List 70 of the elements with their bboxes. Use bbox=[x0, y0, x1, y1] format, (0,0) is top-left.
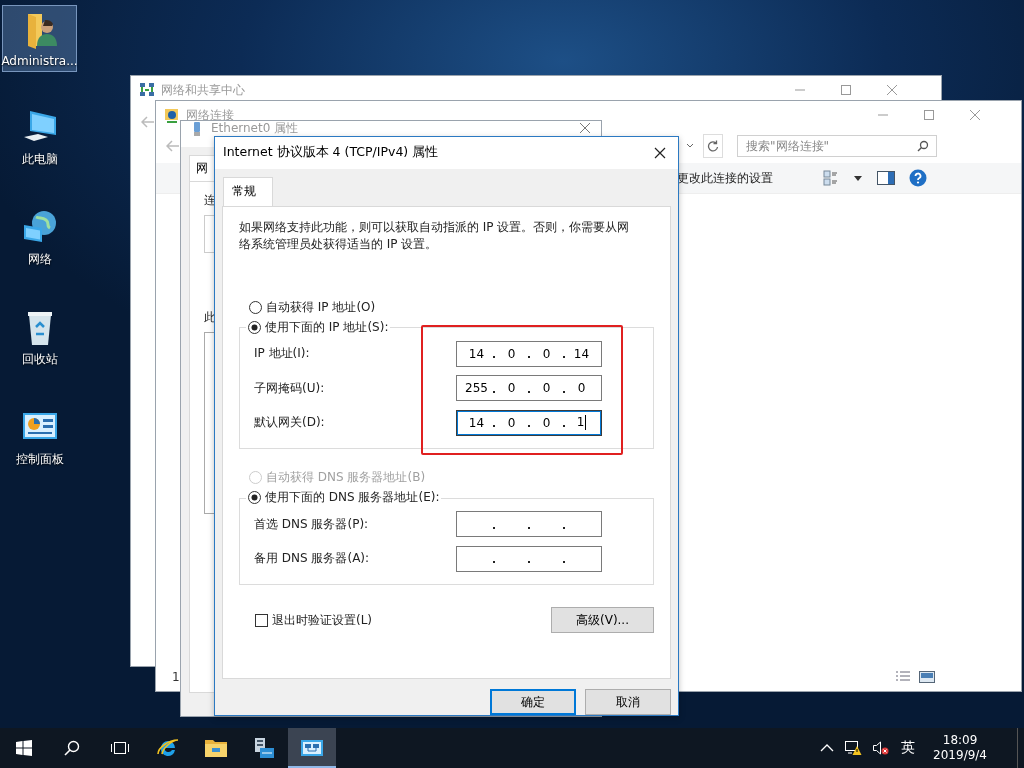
network-panel-icon bbox=[300, 738, 324, 758]
ip-octet[interactable]: 1 bbox=[576, 415, 585, 430]
window-title: 网络和共享中心 bbox=[161, 81, 245, 99]
task-view-icon bbox=[110, 740, 130, 756]
checkbox-option[interactable]: 退出时验证设置(L) bbox=[255, 611, 373, 629]
search-field[interactable]: 搜索"网络连接" bbox=[737, 135, 937, 157]
dialog-button[interactable]: 取消 bbox=[585, 689, 671, 715]
preview-pane-icon[interactable] bbox=[877, 171, 895, 185]
desktop-shortcut[interactable]: 控制面板 bbox=[2, 402, 77, 472]
ip-octet[interactable]: 0 bbox=[542, 415, 551, 430]
desktop-shortcut[interactable]: 网络 bbox=[2, 202, 77, 272]
refresh-button[interactable] bbox=[703, 134, 723, 158]
dialog-button[interactable]: 确定 bbox=[490, 689, 576, 715]
start-icon bbox=[16, 740, 32, 756]
ip-octet[interactable]: 14 bbox=[573, 346, 590, 361]
help-icon[interactable] bbox=[909, 169, 927, 187]
ip-address-field[interactable]: 14 0 0 1 bbox=[456, 409, 602, 436]
radio-option[interactable]: 使用下面的 DNS 服务器地址(E): bbox=[248, 489, 440, 507]
dialog-title: Internet 协议版本 4 (TCP/IPv4) 属性 bbox=[223, 144, 439, 162]
ip-address-field[interactable] bbox=[456, 545, 602, 572]
desktop-shortcut[interactable]: 回收站 bbox=[2, 302, 77, 372]
tab[interactable]: 常规 bbox=[223, 176, 273, 206]
ip-octet[interactable]: 0 bbox=[507, 415, 516, 430]
dropdown-caret-icon[interactable] bbox=[685, 142, 695, 150]
maximize-icon[interactable] bbox=[923, 109, 935, 121]
dropdown-caret-icon[interactable] bbox=[853, 174, 863, 182]
server-manager-icon bbox=[252, 736, 276, 760]
ip-octet[interactable]: 0 bbox=[507, 346, 516, 361]
ip-octet[interactable]: 0 bbox=[507, 381, 516, 396]
window-title: Ethernet0 属性 bbox=[211, 121, 299, 135]
advanced-button[interactable]: 高级(V)... bbox=[551, 607, 654, 634]
section-label: 连 bbox=[204, 192, 217, 209]
desktop-shortcut[interactable]: 此电脑 bbox=[2, 102, 77, 172]
clock[interactable]: 18:09 2019/9/4 bbox=[933, 733, 987, 763]
ip-octet[interactable]: 0 bbox=[542, 346, 551, 361]
network-folder-icon bbox=[164, 107, 180, 123]
tab[interactable]: 网 bbox=[189, 155, 215, 181]
ip-octet[interactable]: 0 bbox=[577, 381, 586, 396]
input-language[interactable]: 英 bbox=[901, 739, 916, 757]
ip-octet[interactable]: 14 bbox=[468, 346, 485, 361]
ip-octet[interactable]: 0 bbox=[542, 381, 551, 396]
speaker-muted-icon[interactable] bbox=[872, 740, 891, 756]
large-icons-view-icon[interactable] bbox=[919, 670, 935, 684]
taskbar-app[interactable] bbox=[288, 728, 336, 768]
refresh-icon bbox=[707, 140, 719, 152]
window-title: 网络连接 bbox=[186, 106, 234, 122]
field-label: 子网掩码(U): bbox=[254, 379, 326, 397]
network-map-icon bbox=[139, 82, 155, 98]
ip-address-field[interactable]: 14 0 0 14 bbox=[456, 340, 602, 367]
view-options-icon[interactable] bbox=[823, 170, 839, 186]
description-text: 如果网络支持此功能，则可以获取自动指派的 IP 设置。否则，你需要从网络系统管理员处获得适当的 IP 设置。 bbox=[239, 218, 631, 253]
close-icon[interactable] bbox=[654, 146, 666, 159]
radio-option[interactable]: 使用下面的 IP 地址(S): bbox=[248, 318, 389, 336]
field-label: 默认网关(D): bbox=[254, 414, 326, 432]
ip-address-field[interactable]: 255 0 0 0 bbox=[456, 375, 602, 402]
field-label: 备用 DNS 服务器(A): bbox=[254, 550, 371, 568]
radio-option[interactable]: 自动获得 IP 地址(O) bbox=[249, 298, 376, 316]
chevron-up-icon[interactable] bbox=[820, 743, 835, 753]
field-label: IP 地址(I): bbox=[254, 345, 311, 363]
desktop-shortcut[interactable]: Administra... bbox=[2, 5, 77, 72]
status-text: 1 bbox=[172, 670, 180, 684]
network-warning-icon[interactable] bbox=[844, 740, 863, 756]
search-icon bbox=[64, 740, 80, 756]
folder-icon bbox=[204, 738, 228, 758]
field-label: 首选 DNS 服务器(P): bbox=[254, 515, 370, 533]
ip-address-field[interactable] bbox=[456, 511, 602, 538]
maximize-icon[interactable] bbox=[840, 84, 852, 96]
ip-octet[interactable]: 255 bbox=[465, 381, 488, 396]
toolbar-link[interactable]: 更改此连接的设置 bbox=[677, 169, 773, 187]
ip-octet[interactable]: 14 bbox=[468, 415, 485, 430]
